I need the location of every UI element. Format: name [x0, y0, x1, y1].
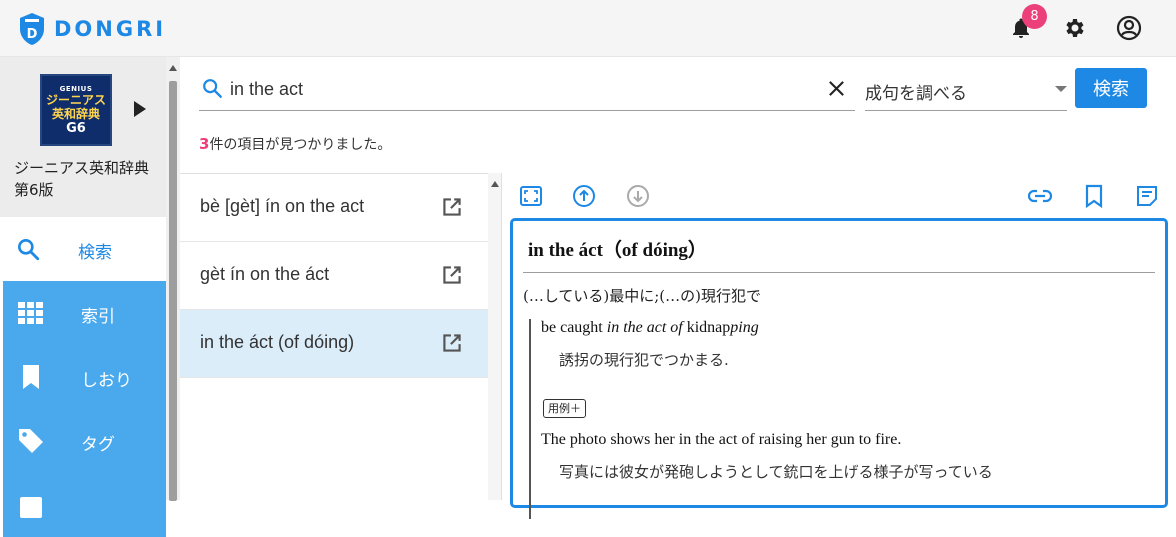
example-toggle-button[interactable]: 用例＋ — [543, 399, 586, 418]
grid-icon — [17, 299, 45, 327]
list-item[interactable]: gèt ín on the áct — [180, 242, 488, 310]
cover-edition-text: G6 — [66, 120, 86, 136]
dictionary-cover: GENIUS ジーニアス英和辞典 G6 — [40, 74, 112, 146]
gear-icon — [1066, 19, 1084, 37]
list-item[interactable]: bè [gèt] ín on the act — [180, 174, 488, 242]
entry-panel: in the áct（of dóing） (…している)最中に;(…の)現行犯で… — [510, 218, 1168, 519]
example-text: kidnap — [682, 319, 731, 336]
open-external-icon[interactable] — [439, 262, 465, 288]
result-count-number: 3 — [199, 135, 210, 153]
entry-definition: (…している)最中に;(…の)現行犯で — [523, 287, 762, 305]
result-label: gèt ín on the áct — [200, 264, 330, 284]
open-external-icon[interactable] — [439, 330, 465, 356]
search-field — [199, 68, 855, 111]
results-scrollbar[interactable] — [488, 173, 502, 500]
tag-icon — [17, 427, 45, 455]
fullscreen-button[interactable] — [515, 180, 547, 212]
example-en-2: The photo shows her in the act of raisin… — [541, 431, 902, 448]
list-item-selected[interactable]: in the áct (of dóing) — [180, 310, 488, 378]
app-logo[interactable]: D DONGRI — [18, 10, 166, 48]
entry-toolbar — [504, 176, 1176, 216]
settings-button[interactable] — [1059, 12, 1091, 44]
dictionary-card[interactable]: GENIUS ジーニアス英和辞典 G6 ジーニアス英和辞典第6版 — [0, 57, 166, 217]
fullscreen-icon — [520, 186, 542, 206]
example-ja-1: 誘拐の現行犯でつかまる. — [559, 351, 729, 369]
example-block: be caught in the act of kidnapping 誘拐の現行… — [529, 319, 1149, 519]
svg-text:D: D — [27, 27, 38, 42]
arrow-down-circle-icon — [627, 185, 649, 207]
dictionary-name: ジーニアス英和辞典第6版 — [14, 159, 150, 199]
note-icon — [1137, 186, 1157, 206]
copy-link-button[interactable] — [1024, 180, 1056, 212]
sidebar-item-label: タグ — [81, 435, 115, 455]
example-ja-2: 写真には彼女が発砲しようとして銃口を上げる様子が写っている — [559, 463, 993, 481]
note-button[interactable] — [1131, 180, 1163, 212]
sidebar-item-label: 検索 — [78, 243, 112, 263]
example-phrase: ping — [730, 319, 759, 336]
next-entry-button[interactable] — [622, 180, 654, 212]
search-icon — [203, 79, 222, 98]
sidebar-item-search[interactable]: 検索 — [0, 217, 166, 281]
sidebar-item-label: しおり — [81, 371, 132, 391]
result-count-text: 3件の項目が見つかりました。 — [199, 134, 391, 154]
sidebar-item-bookmarks[interactable]: しおり — [0, 345, 166, 409]
example-text: be caught — [541, 319, 607, 336]
search-input[interactable] — [230, 76, 810, 102]
sidebar-scrollbar[interactable] — [166, 57, 180, 501]
dongri-shield-icon: D — [20, 13, 44, 45]
bookmark-icon — [17, 363, 45, 391]
example-en-1: be caught in the act of kidnapping — [541, 319, 759, 337]
cover-title-text: ジーニアス英和辞典 — [45, 92, 106, 121]
document-icon — [17, 491, 45, 519]
cover-genius-text: GENIUS — [59, 84, 93, 93]
account-circle-icon — [1116, 15, 1142, 41]
sidebar-item-label: 索引 — [81, 307, 115, 327]
logo-text: DONGRI — [54, 17, 167, 41]
search-icon — [14, 235, 42, 263]
previous-entry-button[interactable] — [568, 180, 600, 212]
bookmark-button[interactable] — [1078, 180, 1110, 212]
search-mode-value: 成句を調べる — [865, 84, 967, 104]
arrow-up-circle-icon — [573, 185, 595, 207]
result-count-suffix: 件の項目が見つかりました。 — [209, 137, 392, 153]
clear-icon[interactable] — [827, 79, 846, 98]
bookmark-outline-icon — [1085, 184, 1103, 208]
open-external-icon[interactable] — [439, 194, 465, 220]
play-arrow-icon[interactable] — [134, 101, 146, 117]
entry-headword: in the áct（of dóing） — [528, 240, 707, 261]
sidebar-item-more[interactable] — [0, 473, 166, 537]
scroll-up-icon[interactable] — [169, 65, 177, 71]
sidebar: GENIUS ジーニアス英和辞典 G6 ジーニアス英和辞典第6版 検索 索引 し… — [0, 57, 166, 537]
result-label: in the áct (of dóing) — [200, 332, 355, 352]
scrollbar-thumb[interactable] — [169, 81, 177, 501]
sidebar-item-index[interactable]: 索引 — [0, 281, 166, 345]
search-mode-select[interactable]: 成句を調べる — [865, 68, 1067, 111]
notification-badge: 8 — [1022, 4, 1047, 29]
chevron-down-icon — [1055, 86, 1067, 92]
divider — [523, 272, 1155, 273]
sidebar-item-tags[interactable]: タグ — [0, 409, 166, 473]
scroll-up-icon[interactable] — [491, 181, 499, 187]
account-button[interactable] — [1113, 12, 1145, 44]
results-list: bè [gèt] ín on the act gèt ín on the áct… — [180, 173, 488, 500]
top-app-bar: D DONGRI 8 — [0, 0, 1176, 57]
link-icon — [1027, 189, 1053, 203]
search-button[interactable]: 検索 — [1075, 68, 1147, 108]
example-phrase: in the act of — [606, 319, 683, 336]
result-label: bè [gèt] ín on the act — [200, 196, 365, 216]
